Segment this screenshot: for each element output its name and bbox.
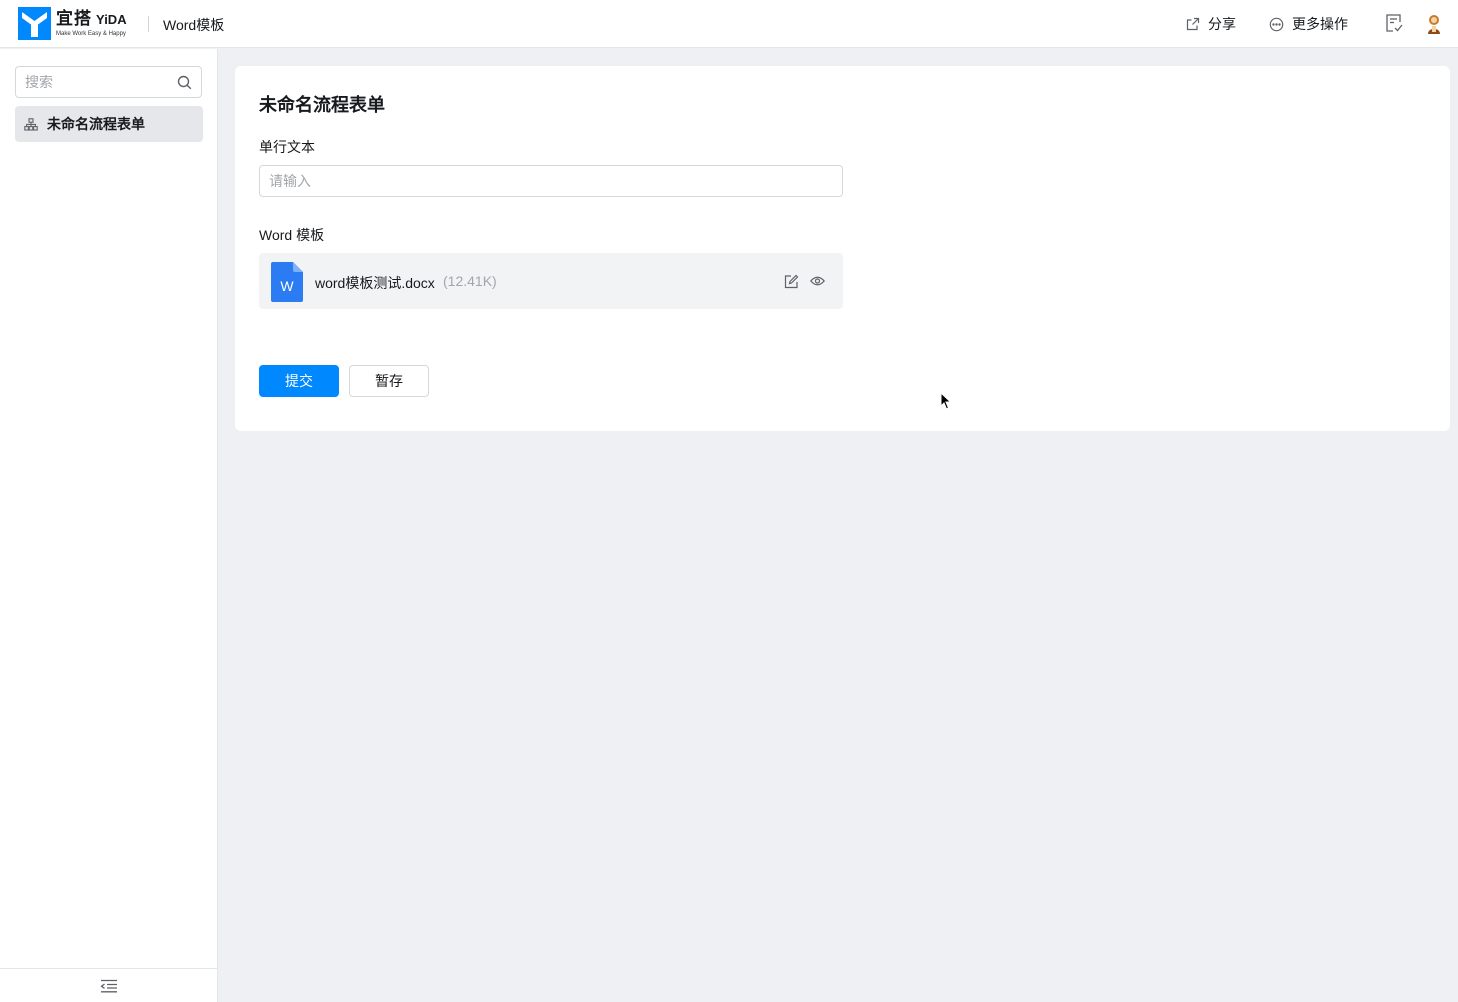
avatar[interactable] bbox=[1424, 13, 1444, 40]
search-icon[interactable] bbox=[177, 75, 192, 90]
top-header: 宜搭 YiDA Make Work Easy & Happy Word模板 分享 … bbox=[0, 0, 1458, 48]
app-title[interactable]: Word模板 bbox=[163, 15, 224, 35]
file-name[interactable]: word模板测试.docx bbox=[315, 273, 435, 293]
save-draft-button[interactable]: 暂存 bbox=[349, 365, 429, 397]
more-actions-label: 更多操作 bbox=[1292, 16, 1348, 32]
form-title: 未命名流程表单 bbox=[259, 95, 385, 115]
sidebar-footer bbox=[0, 968, 218, 1002]
text-field-label: 单行文本 bbox=[259, 139, 315, 155]
yida-logo[interactable]: 宜搭 YiDA Make Work Easy & Happy bbox=[18, 7, 127, 40]
collapse-icon[interactable] bbox=[100, 979, 118, 993]
more-actions-button[interactable]: 更多操作 bbox=[1269, 14, 1348, 34]
process-form-icon bbox=[24, 117, 38, 131]
logo-name-cn: 宜搭 bbox=[56, 8, 92, 28]
word-file-letter: W bbox=[280, 278, 294, 294]
sidebar-item-label: 未命名流程表单 bbox=[47, 116, 145, 132]
form-card: 未命名流程表单 单行文本 Word 模板 W word模板测试.docx (12… bbox=[235, 66, 1450, 431]
word-template-file[interactable]: W word模板测试.docx (12.41K) bbox=[259, 253, 843, 309]
word-file-icon: W bbox=[271, 262, 303, 302]
logo-tagline: Make Work Easy & Happy bbox=[56, 30, 126, 37]
todo-icon bbox=[1386, 14, 1403, 32]
share-button[interactable]: 分享 bbox=[1186, 14, 1236, 34]
search-box[interactable] bbox=[15, 66, 202, 98]
more-icon bbox=[1269, 17, 1284, 31]
share-label: 分享 bbox=[1208, 16, 1236, 32]
sidebar-item-process-form[interactable]: 未命名流程表单 bbox=[15, 106, 203, 142]
edit-icon[interactable] bbox=[784, 274, 799, 289]
share-icon bbox=[1186, 17, 1200, 31]
mouse-cursor-icon bbox=[940, 392, 952, 410]
todo-button[interactable] bbox=[1385, 13, 1403, 38]
preview-eye-icon[interactable] bbox=[810, 275, 825, 287]
single-line-text-input[interactable] bbox=[259, 165, 843, 197]
header-divider bbox=[148, 16, 149, 32]
yida-logo-icon bbox=[18, 7, 51, 40]
sidebar: 未命名流程表单 bbox=[0, 49, 218, 1002]
submit-button[interactable]: 提交 bbox=[259, 365, 339, 397]
avatar-icon bbox=[1428, 15, 1440, 34]
search-input[interactable] bbox=[16, 67, 166, 97]
word-template-label: Word 模板 bbox=[259, 227, 325, 243]
logo-name-en: YiDA bbox=[96, 11, 127, 27]
file-size: (12.41K) bbox=[443, 273, 497, 289]
